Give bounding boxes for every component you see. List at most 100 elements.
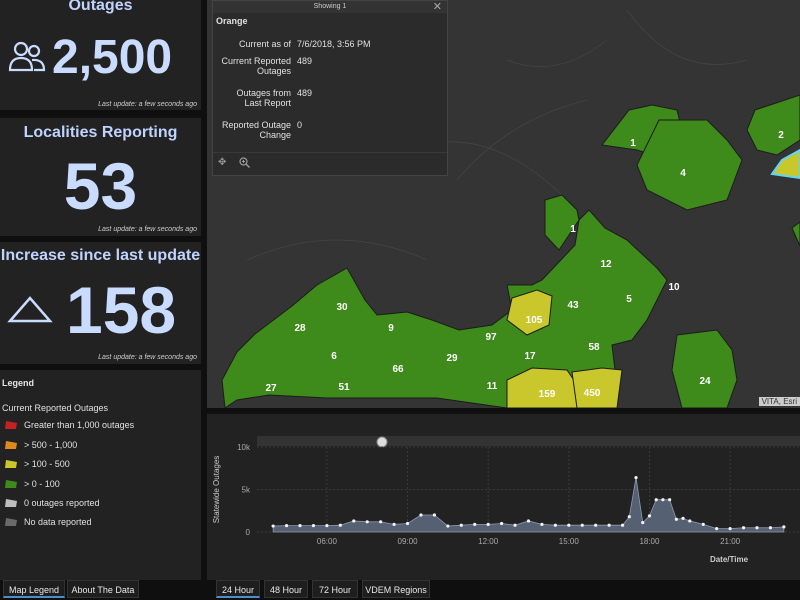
increase-indicator: Increase since last update 158 Last upda…	[0, 242, 201, 364]
map-label: 12	[600, 259, 612, 270]
popup-label: Outages from	[236, 88, 291, 98]
data-point	[553, 523, 557, 527]
increase-title: Increase since last update	[0, 247, 201, 264]
data-point	[654, 498, 658, 502]
popup-value: 0	[297, 120, 303, 130]
outages-indicator: Outages 2,500 Last update: a few seconds…	[0, 0, 201, 110]
y-tick-label: 10k	[237, 443, 251, 452]
tab-vdem-regions[interactable]: VDEM Regions	[362, 580, 430, 598]
data-point	[741, 526, 746, 530]
map-label: 97	[485, 332, 497, 343]
data-point	[513, 523, 517, 527]
x-axis-label: Date/Time	[710, 555, 749, 564]
map-label: 1	[630, 138, 636, 149]
popup-value: 7/6/2018, 3:56 PM	[297, 39, 371, 49]
data-point	[782, 525, 786, 529]
increase-value: 158	[66, 273, 177, 347]
data-point	[647, 514, 652, 518]
close-icon[interactable]: ✕	[433, 0, 442, 13]
x-tick-label: 09:00	[398, 537, 419, 546]
yellow-swatch-icon	[5, 460, 17, 468]
legend-item-label: 0 outages reported	[24, 498, 100, 508]
data-point	[365, 520, 369, 524]
outages-title: Outages	[68, 0, 133, 14]
x-tick-label: 06:00	[317, 537, 338, 546]
popup-value: 489	[297, 88, 313, 98]
map-label: 43	[567, 300, 579, 311]
gray-swatch-icon	[5, 499, 17, 507]
y-tick-label: 0	[246, 528, 251, 537]
map-label: 29	[446, 353, 458, 364]
tab-48-hour[interactable]: 48 Hour	[264, 580, 308, 598]
data-point	[567, 523, 571, 527]
x-tick-label: 18:00	[639, 537, 660, 546]
data-point	[271, 524, 275, 528]
legend-panel: Legend Current Reported Outages Greater …	[0, 370, 201, 580]
data-point	[459, 523, 463, 527]
data-point	[755, 526, 759, 530]
green-swatch-icon	[5, 480, 17, 488]
popup-label: Outages	[256, 66, 291, 76]
data-point	[284, 524, 289, 528]
outages-value: 2,500	[52, 31, 173, 84]
data-point	[701, 522, 705, 526]
triangle-up-icon	[7, 294, 53, 329]
legend-item-0-reported: 0 outages reported	[4, 498, 100, 508]
data-point	[674, 517, 678, 521]
data-point	[580, 523, 584, 527]
pan-icon[interactable]: ✥	[218, 157, 226, 168]
zoom-to-icon[interactable]	[239, 157, 250, 170]
map-label: 58	[588, 342, 600, 353]
data-point	[728, 527, 732, 531]
data-point	[634, 476, 638, 480]
legend-item-500-1000: > 500 - 1,000	[4, 440, 77, 450]
data-point	[325, 524, 329, 528]
popup-header: Showing 1	[213, 1, 447, 13]
data-point	[352, 519, 356, 523]
legend-header: Legend	[2, 378, 35, 388]
data-point	[681, 516, 685, 520]
map-label: 17	[524, 351, 536, 362]
map-label: 30	[336, 302, 348, 313]
data-point	[540, 522, 544, 526]
increase-last-update: Last update: a few seconds ago	[98, 354, 197, 361]
outage-chart-panel: 0 5k 10k 06:00 09:00 12:00 15:00 18:00 21:00 Stat…	[207, 414, 800, 580]
map-label: 159	[539, 389, 556, 400]
popup-showing-count: Showing 1	[313, 3, 347, 10]
tab-about-the-data[interactable]: About The Data	[67, 580, 139, 598]
map-label: 28	[294, 323, 306, 334]
popup-value: 489	[297, 56, 313, 66]
localities-last-update: Last update: a few seconds ago	[98, 226, 197, 233]
data-point	[620, 523, 625, 527]
popup-label: Last Report	[244, 98, 291, 108]
data-point	[473, 522, 477, 526]
tab-72-hour[interactable]: 72 Hour	[312, 580, 358, 598]
popup-title: Orange	[216, 16, 248, 26]
data-point	[688, 519, 692, 523]
popup-label: Change	[259, 130, 291, 140]
tab-map-legend[interactable]: Map Legend	[3, 580, 65, 598]
popup-label: Current as of	[238, 39, 291, 49]
data-point	[526, 519, 531, 523]
legend-item-label: > 500 - 1,000	[24, 440, 78, 450]
legend-item-label: > 100 - 500	[24, 459, 70, 469]
outage-chart[interactable]: 0 5k 10k 06:00 09:00 12:00 15:00 18:00 21:00 Stat…	[207, 414, 800, 580]
data-point	[641, 521, 645, 525]
time-slider-handle[interactable]	[376, 436, 388, 448]
data-point	[486, 522, 490, 526]
legend-item-greater-1000: Greater than 1,000 outages	[4, 420, 134, 430]
map-attribution[interactable]: VITA, Esri	[758, 397, 800, 406]
map-label: 11	[487, 381, 498, 392]
map-label: 24	[699, 376, 711, 387]
data-point	[419, 513, 423, 517]
data-point	[668, 498, 672, 502]
outages-last-update: Last update: a few seconds ago	[98, 101, 197, 108]
map-label: 450	[584, 388, 601, 399]
data-point	[311, 524, 316, 528]
map-label: 1	[570, 224, 576, 235]
people-icon	[8, 40, 46, 79]
localities-title: Localities Reporting	[23, 124, 178, 141]
dark-gray-swatch-icon	[5, 518, 17, 526]
tab-24-hour[interactable]: 24 Hour	[216, 580, 260, 598]
outage-area-series	[272, 477, 785, 533]
